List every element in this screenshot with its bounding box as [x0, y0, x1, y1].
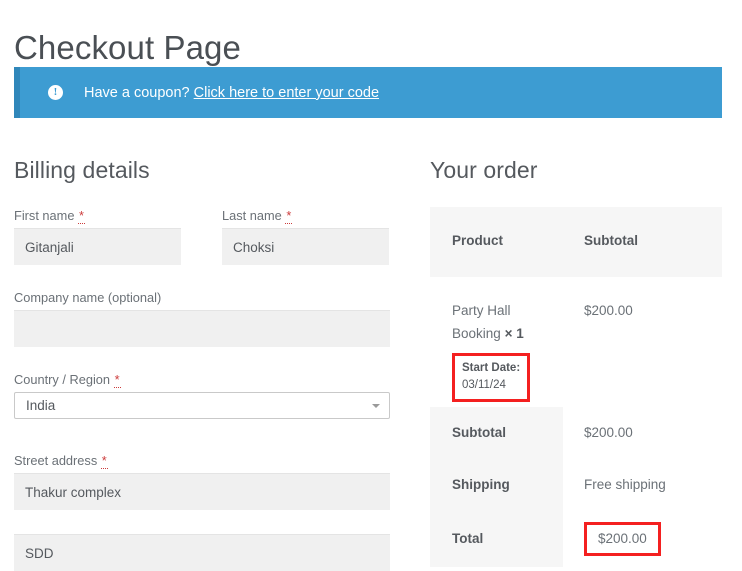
required-asterisk: * — [100, 453, 108, 469]
required-asterisk: * — [113, 372, 121, 388]
coupon-notice: ! Have a coupon? Click here to enter you… — [14, 67, 722, 118]
order-subtotal-row: Subtotal $200.00 — [430, 407, 722, 459]
shipping-label: Shipping — [430, 459, 563, 511]
required-asterisk: * — [78, 208, 85, 224]
total-value-annotation: $200.00 — [584, 522, 661, 556]
coupon-enter-code-link[interactable]: Click here to enter your code — [194, 85, 379, 101]
coupon-notice-label: Have a coupon? — [84, 84, 190, 101]
first-name-field: First name * — [14, 207, 181, 265]
company-name-label: Company name (optional) — [14, 290, 162, 305]
first-name-input[interactable] — [14, 228, 181, 265]
country-region-field: Country / Region * India — [14, 371, 390, 419]
order-line-item-subtotal: $200.00 — [563, 277, 722, 407]
street-address-field: Street address * — [14, 452, 390, 510]
order-summary-table: Product Subtotal Party Hall Booking × 1 … — [430, 207, 722, 567]
company-name-field: Company name (optional) — [14, 289, 390, 347]
total-label: Total — [430, 511, 563, 567]
last-name-input[interactable] — [222, 228, 389, 265]
street-address-input[interactable] — [14, 473, 390, 510]
billing-details-heading: Billing details — [14, 157, 150, 183]
your-order-heading: Your order — [430, 157, 538, 183]
checkout-page: Checkout Page ! Have a coupon? Click her… — [0, 0, 742, 571]
street-address-line2-field — [14, 534, 390, 571]
total-value-cell: $200.00 — [563, 511, 722, 567]
name-field-row: First name * Last name * — [14, 207, 390, 282]
start-date-annotation: Start Date: 03/11/24 — [452, 353, 531, 402]
product-name: Party Hall Booking — [452, 303, 511, 341]
country-region-value: India — [26, 398, 56, 413]
chevron-down-icon — [372, 404, 380, 408]
info-circle-icon: ! — [48, 85, 63, 100]
last-name-field: Last name * — [222, 207, 389, 265]
first-name-label: First name * — [14, 208, 85, 224]
order-line-item-product: Party Hall Booking × 1 Start Date: 03/11… — [430, 277, 563, 407]
subtotal-value: $200.00 — [563, 407, 722, 459]
column-header-product: Product — [430, 207, 563, 277]
order-total-row: Total $200.00 — [430, 511, 722, 567]
column-header-subtotal: Subtotal — [563, 207, 722, 277]
company-name-input[interactable] — [14, 310, 390, 347]
country-region-label: Country / Region * — [14, 372, 121, 388]
shipping-value: Free shipping — [563, 459, 722, 511]
product-quantity: × 1 — [504, 326, 524, 341]
last-name-label: Last name * — [222, 208, 293, 224]
street-address-label: Street address * — [14, 453, 108, 469]
street-address-line2-input[interactable] — [14, 534, 390, 571]
order-shipping-row: Shipping Free shipping — [430, 459, 722, 511]
your-order-section: Your order Product Subtotal Party Hall B… — [430, 155, 722, 567]
required-asterisk: * — [285, 208, 293, 224]
billing-details-section: Billing details First name * Last name *… — [14, 155, 390, 571]
start-date-label: Start Date: — [462, 362, 521, 374]
order-line-item-row: Party Hall Booking × 1 Start Date: 03/11… — [430, 277, 722, 407]
subtotal-label: Subtotal — [430, 407, 563, 459]
coupon-notice-text: Have a coupon? Click here to enter your … — [84, 85, 379, 101]
country-region-select[interactable]: India — [14, 392, 390, 419]
order-table-header-row: Product Subtotal — [430, 207, 722, 277]
page-title: Checkout Page — [14, 29, 241, 67]
start-date-value: 03/11/24 — [462, 379, 506, 391]
